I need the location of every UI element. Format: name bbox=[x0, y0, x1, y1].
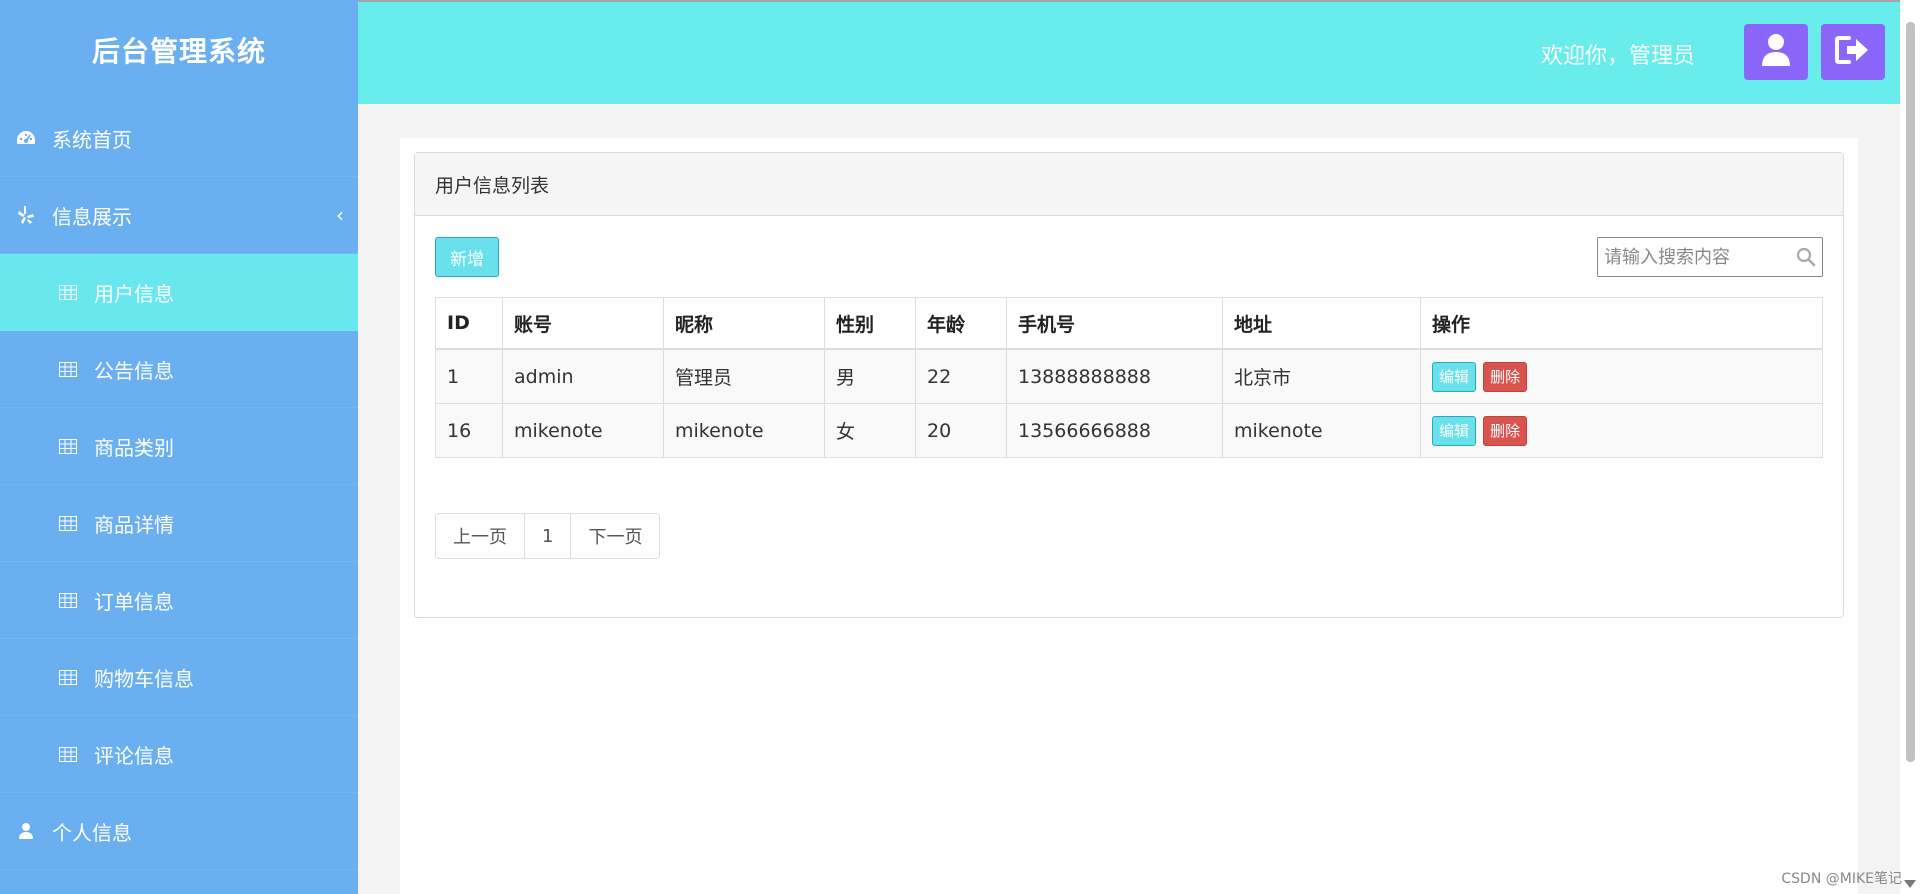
cell-phone: 13566666888 bbox=[1006, 403, 1223, 458]
brand-title: 后台管理系统 bbox=[91, 35, 266, 68]
cell-actions: 编辑 删除 bbox=[1420, 403, 1823, 458]
table-row: 16 mikenote mikenote 女 20 13566666888 mi… bbox=[435, 403, 1823, 458]
cell-actions: 编辑 删除 bbox=[1420, 348, 1823, 404]
panel-title: 用户信息列表 bbox=[415, 153, 1843, 216]
cell-gender: 男 bbox=[824, 348, 916, 404]
search-box bbox=[1597, 237, 1823, 277]
pagination: 上一页 1 下一页 bbox=[435, 513, 661, 559]
dashboard-icon bbox=[14, 126, 38, 150]
sidebar: 后台管理系统 系统首页 信息展示 ‹ 用户信息 公告信息 商品类别 商品详情 订… bbox=[0, 0, 358, 894]
column-header: 昵称 bbox=[663, 297, 825, 350]
cell-account: mikenote bbox=[502, 403, 664, 458]
table-icon bbox=[56, 280, 80, 304]
sidebar-item-label: 订单信息 bbox=[94, 589, 174, 614]
sidebar-item-home[interactable]: 系统首页 bbox=[0, 100, 358, 177]
search-icon[interactable] bbox=[1796, 247, 1816, 271]
search-input[interactable] bbox=[1602, 238, 1786, 276]
cell-address: mikenote bbox=[1222, 403, 1421, 458]
sidebar-item-label: 用户信息 bbox=[94, 281, 174, 306]
user-profile-button[interactable] bbox=[1744, 24, 1808, 80]
sidebar-item-profile[interactable]: 个人信息 bbox=[0, 793, 358, 870]
column-header: 手机号 bbox=[1006, 297, 1223, 350]
sidebar-item-order-info[interactable]: 订单信息 bbox=[0, 562, 358, 639]
cell-age: 20 bbox=[915, 403, 1007, 458]
delete-button[interactable]: 删除 bbox=[1483, 361, 1528, 392]
edit-button[interactable]: 编辑 bbox=[1432, 415, 1477, 446]
sidebar-item-product-category[interactable]: 商品类别 bbox=[0, 408, 358, 485]
watermark-text: CSDN @MIKE笔记 bbox=[1781, 871, 1902, 887]
table-icon bbox=[56, 357, 80, 381]
sidebar-item-notice-info[interactable]: 公告信息 bbox=[0, 331, 358, 408]
user-icon bbox=[14, 819, 38, 843]
table-row: 1 admin 管理员 男 22 13888888888 北京市 编辑 删除 bbox=[435, 348, 1823, 404]
user-list-panel: 用户信息列表 新增 ID 账号 昵称 性别 年龄 手机号 地址 操作 bbox=[414, 152, 1844, 618]
column-header: 操作 bbox=[1420, 297, 1823, 350]
scrollbar-thumb[interactable] bbox=[1906, 22, 1915, 762]
sidebar-item-label: 购物车信息 bbox=[94, 666, 194, 691]
sidebar-item-label: 商品类别 bbox=[94, 435, 174, 460]
table-header-row: ID 账号 昵称 性别 年龄 手机号 地址 操作 bbox=[435, 297, 1823, 350]
scroll-down-arrow-icon[interactable] bbox=[1904, 880, 1916, 888]
sidebar-item-product-detail[interactable]: 商品详情 bbox=[0, 485, 358, 562]
content-container: 用户信息列表 新增 ID 账号 昵称 性别 年龄 手机号 地址 操作 bbox=[400, 138, 1858, 894]
sidebar-item-cart-info[interactable]: 购物车信息 bbox=[0, 639, 358, 716]
yelp-icon bbox=[14, 203, 38, 227]
sidebar-item-label: 商品详情 bbox=[94, 512, 174, 537]
table-icon bbox=[56, 588, 80, 612]
sidebar-item-label: 系统首页 bbox=[52, 127, 132, 152]
column-header: 性别 bbox=[824, 297, 916, 350]
next-page-button[interactable]: 下一页 bbox=[571, 514, 660, 558]
cell-nickname: mikenote bbox=[663, 403, 825, 458]
sidebar-item-label: 评论信息 bbox=[94, 743, 174, 768]
prev-page-button[interactable]: 上一页 bbox=[436, 514, 525, 558]
table-icon bbox=[56, 742, 80, 766]
add-button[interactable]: 新增 bbox=[435, 237, 499, 277]
sidebar-menu: 系统首页 信息展示 ‹ 用户信息 公告信息 商品类别 商品详情 订单信息 购物车… bbox=[0, 100, 358, 870]
cell-age: 22 bbox=[915, 348, 1007, 404]
cell-address: 北京市 bbox=[1222, 348, 1421, 404]
column-header: 地址 bbox=[1222, 297, 1421, 350]
sidebar-item-label: 信息展示 bbox=[52, 204, 132, 229]
page-number-button[interactable]: 1 bbox=[525, 514, 572, 558]
logout-button[interactable] bbox=[1821, 24, 1885, 80]
sidebar-item-info-display[interactable]: 信息展示 ‹ bbox=[0, 177, 358, 254]
column-header: ID bbox=[435, 297, 503, 350]
welcome-text: 欢迎你，管理员 bbox=[1540, 44, 1695, 69]
cell-account: admin bbox=[502, 348, 664, 404]
column-header: 年龄 bbox=[915, 297, 1007, 350]
cell-gender: 女 bbox=[824, 403, 916, 458]
edit-button[interactable]: 编辑 bbox=[1432, 361, 1477, 392]
cell-id: 16 bbox=[435, 403, 503, 458]
delete-button[interactable]: 删除 bbox=[1483, 415, 1528, 446]
top-header: 欢迎你，管理员 bbox=[358, 0, 1900, 106]
vertical-scrollbar[interactable] bbox=[1900, 0, 1920, 894]
user-icon bbox=[1761, 33, 1791, 71]
chevron-left-icon: ‹ bbox=[336, 203, 344, 227]
table-icon bbox=[56, 511, 80, 535]
sign-out-icon bbox=[1835, 35, 1871, 69]
column-header: 账号 bbox=[502, 297, 664, 350]
cell-nickname: 管理员 bbox=[663, 348, 825, 404]
cell-phone: 13888888888 bbox=[1006, 348, 1223, 404]
sidebar-item-label: 个人信息 bbox=[52, 820, 132, 845]
sidebar-item-user-info[interactable]: 用户信息 bbox=[0, 254, 358, 331]
cell-id: 1 bbox=[435, 348, 503, 404]
sidebar-item-label: 公告信息 bbox=[94, 358, 174, 383]
table-icon bbox=[56, 665, 80, 689]
sidebar-item-comment-info[interactable]: 评论信息 bbox=[0, 716, 358, 793]
table-icon bbox=[56, 434, 80, 458]
user-table: ID 账号 昵称 性别 年龄 手机号 地址 操作 1 admin 管理员 男 2… bbox=[435, 297, 1823, 458]
